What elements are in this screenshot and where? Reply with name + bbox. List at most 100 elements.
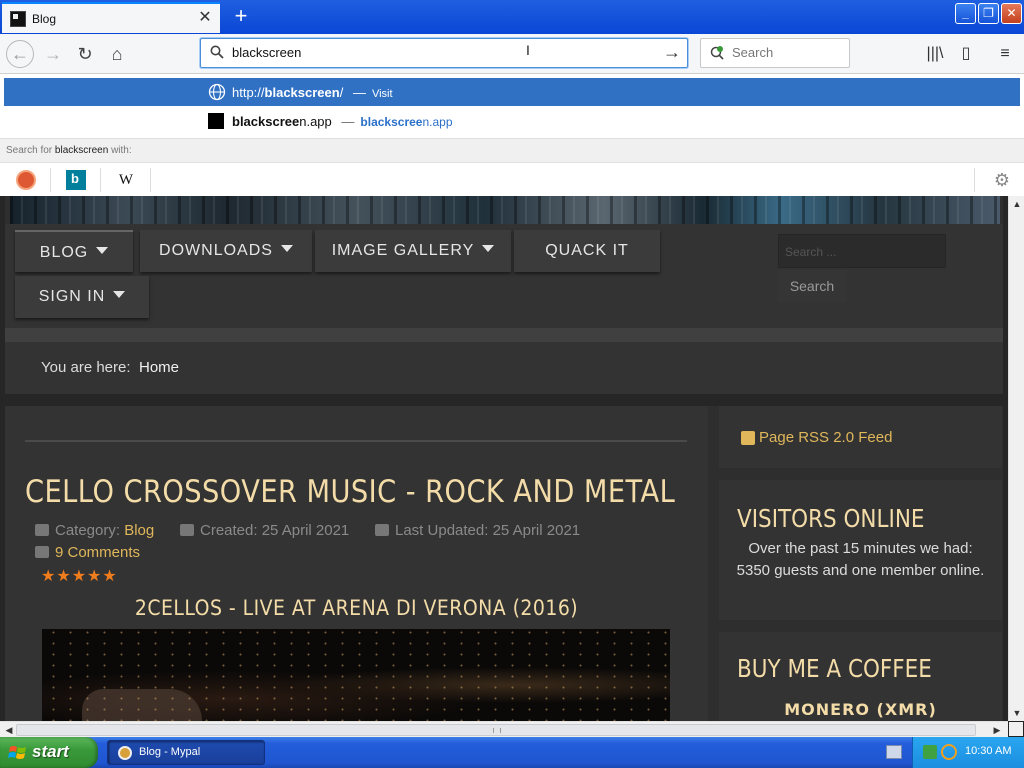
rss-module: Page RSS 2.0 Feed: [719, 406, 1002, 468]
menu-item-downloads[interactable]: DOWNLOADS: [140, 230, 312, 272]
video-frame: [82, 689, 202, 721]
breadcrumb-label: You are here:: [41, 359, 131, 376]
text-cursor-icon: I: [526, 42, 530, 58]
url-input[interactable]: [232, 45, 652, 60]
calendar-icon: [375, 524, 389, 536]
menu-item-image-gallery[interactable]: IMAGE GALLERY: [315, 230, 511, 272]
clock[interactable]: 10:30 AM: [965, 745, 1011, 757]
scrollbar-corner: [1008, 721, 1024, 737]
gear-icon[interactable]: ⚙: [994, 170, 1010, 191]
close-window-button[interactable]: ✕: [1001, 3, 1022, 24]
article-comments: 9 Comments: [35, 544, 140, 561]
rss-icon: [741, 431, 755, 445]
duckduckgo-icon[interactable]: [16, 170, 36, 190]
one-off-search-engines: b W ⚙: [0, 162, 1024, 196]
search-engine-icon: [710, 46, 724, 60]
url-suggestions-dropdown: http://blackscreen/ — Visit blackscreen.a…: [0, 74, 1024, 196]
calendar-icon: [180, 524, 194, 536]
sidebar-toggle-icon[interactable]: ▯: [955, 43, 977, 65]
breadcrumb-home[interactable]: Home: [139, 359, 179, 376]
rss-feed-link[interactable]: Page RSS 2.0 Feed: [759, 429, 892, 446]
suggestion-site[interactable]: blackscreen.app — blackscreen.app: [4, 108, 1020, 136]
menu-item-blog[interactable]: BLOG: [15, 230, 133, 272]
suggestion-visit[interactable]: http://blackscreen/ — Visit: [4, 78, 1020, 106]
article: CELLO CROSSOVER MUSIC - ROCK AND METAL C…: [5, 406, 708, 721]
network-icon[interactable]: [923, 745, 937, 759]
site-favicon-icon: [10, 11, 26, 27]
bing-icon[interactable]: b: [66, 170, 86, 190]
maximize-button[interactable]: ❐: [978, 3, 999, 24]
scroll-left-icon[interactable]: ◀: [2, 723, 16, 737]
home-button[interactable]: ⌂: [104, 41, 130, 67]
vertical-scrollbar[interactable]: ▲ ▼: [1008, 196, 1024, 721]
windows-logo-icon: [8, 746, 26, 759]
coffee-title: BUY ME A COFFEE: [737, 654, 932, 683]
scroll-down-icon[interactable]: ▼: [1010, 706, 1024, 720]
chevron-down-icon: [96, 247, 109, 254]
divider: [50, 168, 51, 192]
search-tray-icon[interactable]: [941, 744, 957, 760]
article-created: Created: 25 April 2021: [180, 522, 349, 539]
grip-icon: [493, 728, 501, 733]
scroll-right-icon[interactable]: ▶: [990, 723, 1004, 737]
minimize-button[interactable]: _: [955, 3, 976, 24]
video-player[interactable]: [42, 629, 670, 721]
menu-item-quack-it[interactable]: QUACK IT: [514, 230, 660, 272]
comment-icon: [35, 546, 49, 558]
search-input[interactable]: [732, 45, 842, 60]
search-icon: [210, 45, 224, 59]
web-page: BLOG DOWNLOADS IMAGE GALLERY QUACK IT SI…: [0, 196, 1008, 721]
scrollbar-thumb[interactable]: [16, 724, 976, 736]
keyboard-icon[interactable]: [886, 745, 902, 759]
article-title[interactable]: CELLO CROSSOVER MUSIC - ROCK AND METAL: [25, 474, 675, 510]
divider: [5, 394, 1003, 406]
browser-icon: [118, 746, 132, 760]
coffee-module: BUY ME A COFFEE MONERO (XMR): [719, 632, 1002, 721]
article-category: Category: Blog: [35, 522, 154, 539]
hamburger-menu-icon[interactable]: ≡: [994, 43, 1016, 65]
comments-link[interactable]: 9 Comments: [55, 544, 140, 561]
header-banner-image: [10, 196, 1000, 224]
close-tab-icon[interactable]: ✕: [196, 9, 214, 27]
rating-stars[interactable]: ★★★★★: [41, 566, 118, 586]
divider: [100, 168, 101, 192]
scroll-up-icon[interactable]: ▲: [1010, 197, 1024, 211]
category-link[interactable]: Blog: [124, 522, 154, 539]
tab-blog[interactable]: Blog ✕: [2, 2, 220, 33]
menu-item-sign-in[interactable]: SIGN IN: [15, 276, 149, 318]
new-tab-button[interactable]: +: [228, 4, 254, 30]
tab-title: Blog: [32, 12, 57, 26]
site-favicon-icon: [208, 113, 224, 129]
reload-button[interactable]: ↻: [72, 41, 98, 67]
visitors-title: VISITORS ONLINE: [737, 504, 925, 533]
divider: [974, 168, 975, 192]
article-subtitle: 2CELLOS - LIVE AT ARENA DI VERONA (2016): [134, 596, 579, 620]
forward-button[interactable]: →: [40, 41, 66, 67]
site-search-input[interactable]: Search ...: [778, 234, 946, 268]
chevron-down-icon: [113, 291, 126, 298]
back-button[interactable]: ←: [6, 40, 34, 68]
search-with-label: Search for blackscreen with:: [0, 138, 1024, 162]
site-search-button[interactable]: Search: [778, 270, 846, 302]
visitors-module: VISITORS ONLINE Over the past 15 minutes…: [719, 480, 1002, 620]
suggestion-url: http://blackscreen/ — Visit: [232, 85, 393, 100]
taskbar-window-button[interactable]: Blog - Mypal: [107, 740, 265, 765]
suggestion-title: blackscreen.app — blackscreen.app: [232, 114, 453, 129]
divider: [5, 328, 1003, 342]
tab-strip: Blog ✕ + _ ❐ ✕: [0, 0, 1024, 34]
wikipedia-icon[interactable]: W: [116, 170, 136, 190]
system-tray: 10:30 AM: [912, 737, 1024, 768]
search-bar[interactable]: [700, 38, 850, 68]
address-bar[interactable]: →: [200, 38, 688, 68]
chevron-down-icon: [482, 245, 495, 252]
library-icon[interactable]: |||\: [924, 43, 946, 65]
taskbar: start Blog - Mypal 10:30 AM: [0, 737, 1024, 768]
go-arrow-icon[interactable]: →: [663, 42, 681, 63]
globe-icon: [208, 83, 226, 101]
main-menu: BLOG DOWNLOADS IMAGE GALLERY QUACK IT SI…: [5, 224, 1003, 328]
chevron-down-icon: [280, 245, 293, 252]
start-button[interactable]: start: [0, 737, 98, 768]
coffee-subtitle: MONERO (XMR): [784, 700, 937, 719]
folder-icon: [35, 524, 49, 536]
horizontal-scrollbar[interactable]: ◀ ▶: [0, 721, 1008, 737]
